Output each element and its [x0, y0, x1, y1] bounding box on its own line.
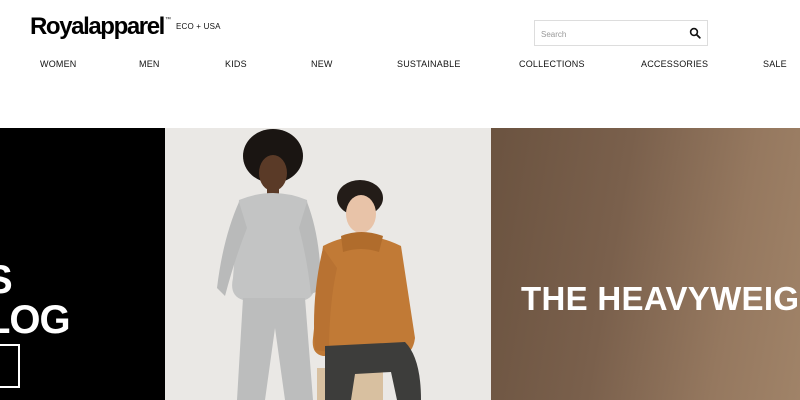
brand-logo[interactable]: Royalapparel ™ ECO + USA: [30, 14, 221, 40]
nav-item-accessories[interactable]: ACCESSORIES: [641, 59, 708, 69]
search-input[interactable]: [539, 25, 683, 43]
hero-left-title-line2: LOG: [0, 298, 71, 342]
nav-item-sustainable[interactable]: SUSTAINABLE: [397, 59, 461, 69]
nav-item-men[interactable]: MEN: [139, 59, 160, 69]
hero-right-title: THE HEAVYWEIG: [521, 280, 800, 317]
logo-tagline: ECO + USA: [175, 22, 221, 31]
logo-trademark: ™: [164, 17, 171, 23]
hero-left-cta-button[interactable]: [0, 344, 20, 388]
hero-left-title-line1: S: [0, 260, 13, 300]
nav-item-sale[interactable]: SALE: [763, 59, 787, 69]
nav-item-kids[interactable]: KIDS: [225, 59, 247, 69]
hero-banner: S LOG THE HEAVYWEIG: [0, 128, 800, 400]
main-nav: WOMEN MEN KIDS NEW SUSTAINABLE COLLECTIO…: [0, 59, 800, 75]
nav-item-women[interactable]: WOMEN: [40, 59, 77, 69]
logo-wordmark: Royalapparel: [30, 13, 165, 40]
models-illustration: [165, 128, 491, 400]
nav-item-new[interactable]: NEW: [311, 59, 333, 69]
search-icon[interactable]: [689, 27, 701, 39]
hero-slide-right[interactable]: THE HEAVYWEIG: [491, 128, 800, 400]
search-box: [534, 20, 708, 46]
nav-item-collections[interactable]: COLLECTIONS: [519, 59, 585, 69]
hero-slide-left[interactable]: S LOG: [0, 128, 165, 400]
hero-photo-models[interactable]: [165, 128, 491, 400]
site-header: Royalapparel ™ ECO + USA WOMEN MEN KIDS …: [0, 0, 800, 128]
